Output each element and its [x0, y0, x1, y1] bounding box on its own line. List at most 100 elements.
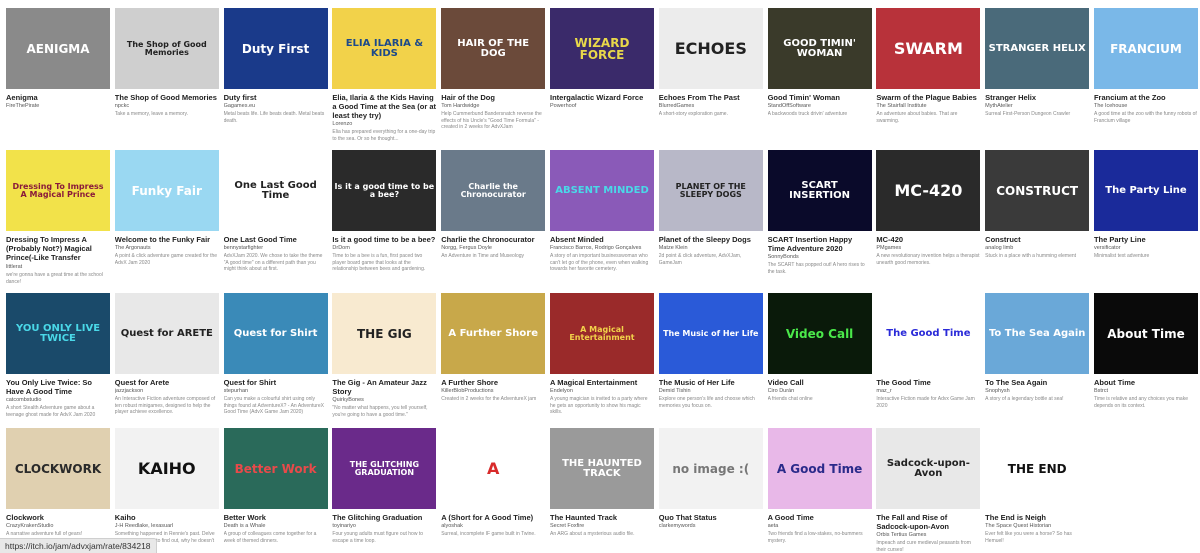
game-title-link[interactable]: Dressing To Impress A (Probably Not?) Ma…	[6, 235, 110, 263]
game-card[interactable]: A Good Time A Good Time aeta Two friends fi…	[767, 428, 872, 553]
game-title-link[interactable]: Charlie the Chronocurator	[441, 235, 545, 244]
game-card[interactable]: The Music of Her Life The Music of Her Li…	[658, 293, 763, 418]
game-thumbnail[interactable]: WIZARD FORCE	[549, 8, 654, 89]
game-author-link[interactable]: MythAtelier	[985, 103, 1089, 110]
game-thumbnail[interactable]: A Further Shore	[441, 293, 546, 374]
game-title-link[interactable]: Kaiho	[115, 513, 219, 522]
game-author-link[interactable]: jazzjackson	[115, 388, 219, 395]
game-author-link[interactable]: catcombstudio	[6, 397, 110, 404]
game-thumbnail[interactable]: SCART INSERTION	[767, 150, 872, 231]
game-thumbnail[interactable]: Dressing To Impress A Magical Prince	[6, 150, 110, 231]
game-thumbnail[interactable]: THE GIG	[332, 293, 437, 374]
game-title-link[interactable]: Stranger Helix	[985, 93, 1089, 102]
game-thumbnail[interactable]: About Time	[1093, 293, 1198, 374]
game-title-link[interactable]: Construct	[985, 235, 1089, 244]
game-card[interactable]: ABSENT MINDED Absent Minded Francisco Barr…	[549, 150, 654, 285]
game-title-link[interactable]: The Party Line	[1094, 235, 1198, 244]
game-card[interactable]: FRANCIUM Francium at the Zoo The Icehouse A…	[1093, 8, 1198, 142]
game-author-link[interactable]: Gagames.eu	[224, 103, 328, 110]
game-author-link[interactable]: J-H Reedlake, lexasuarl	[115, 523, 219, 530]
game-title-link[interactable]: The Good Time	[876, 378, 980, 387]
game-title-link[interactable]: Clockwork	[6, 513, 110, 522]
game-author-link[interactable]: Powerhoof	[550, 103, 654, 110]
game-author-link[interactable]: Endelyon	[550, 388, 654, 395]
game-author-link[interactable]: Norgg, Fergus Doyle	[441, 245, 545, 252]
game-author-link[interactable]: StandOffSoftware	[768, 103, 872, 110]
game-card[interactable]: One Last Good Time One Last Good Time benn…	[223, 150, 328, 285]
game-card[interactable]: ELIA ILARIA & KIDS Elia, Ilaria & the Kid…	[332, 8, 437, 142]
game-author-link[interactable]: Bstrct	[1094, 388, 1198, 395]
game-card[interactable]: A Magical Entertainment A Magical Enterta…	[549, 293, 654, 418]
game-thumbnail[interactable]: PLANET OF THE SLEEPY DOGS	[658, 150, 763, 231]
game-title-link[interactable]: Good Timin' Woman	[768, 93, 872, 102]
game-card[interactable]: MC-420 MC-420 PMgames A new revolutionary i…	[876, 150, 981, 285]
game-thumbnail[interactable]: AENIGMA	[6, 8, 110, 89]
game-thumbnail[interactable]: One Last Good Time	[223, 150, 328, 231]
game-card[interactable]: Dressing To Impress A Magical Prince Dres…	[6, 150, 110, 285]
game-author-link[interactable]: littlerat	[6, 264, 110, 271]
game-card[interactable]: The Party Line The Party Line versificator…	[1093, 150, 1198, 285]
game-card[interactable]: no image :(Quo That Status clarkemywords	[658, 428, 763, 553]
game-title-link[interactable]: The End is Neigh	[985, 513, 1089, 522]
game-author-link[interactable]: The Stairfall Institute	[876, 103, 980, 110]
game-card[interactable]: THE HAUNTED TRACK The Haunted Track Secret…	[549, 428, 654, 553]
game-thumbnail[interactable]: ELIA ILARIA & KIDS	[332, 8, 437, 89]
game-author-link[interactable]: bennystarfighter	[224, 245, 328, 252]
game-author-link[interactable]: clarkemywords	[659, 523, 763, 530]
game-card[interactable]: SCART INSERTION SCART Insertion Happy Tim…	[767, 150, 872, 285]
game-title-link[interactable]: The Shop of Good Memories	[115, 93, 219, 102]
game-title-link[interactable]: Video Call	[768, 378, 872, 387]
game-thumbnail[interactable]: The Music of Her Life	[658, 293, 763, 374]
game-thumbnail[interactable]: SWARM	[876, 8, 981, 89]
game-title-link[interactable]: Echoes From The Past	[659, 93, 763, 102]
game-thumbnail[interactable]: STRANGER HELIX	[985, 8, 1090, 89]
game-card[interactable]: STRANGER HELIX Stranger Helix MythAtelier S…	[985, 8, 1090, 142]
game-thumbnail[interactable]: A Magical Entertainment	[549, 293, 654, 374]
game-title-link[interactable]: Absent Minded	[550, 235, 654, 244]
game-card[interactable]: To The Sea Again To The Sea Again Snophysh…	[985, 293, 1090, 418]
game-thumbnail[interactable]: Charlie the Chronocurator	[441, 150, 546, 231]
game-author-link[interactable]: Demid Tishin	[659, 388, 763, 395]
game-title-link[interactable]: Aenigma	[6, 93, 110, 102]
game-thumbnail[interactable]: The Party Line	[1093, 150, 1198, 231]
game-author-link[interactable]: QuirkyBones	[332, 397, 436, 404]
game-title-link[interactable]: One Last Good Time	[224, 235, 328, 244]
game-card[interactable]: Video Call Video Call Ciro Durán A friends …	[767, 293, 872, 418]
game-author-link[interactable]: Secret Foxfire	[550, 523, 654, 530]
game-title-link[interactable]: A Further Shore	[441, 378, 545, 387]
game-card[interactable]: About Time About Time Bstrct Time is relati…	[1093, 293, 1198, 418]
game-author-link[interactable]: Tom Hardwidge	[441, 103, 545, 110]
game-title-link[interactable]: Better Work	[224, 513, 328, 522]
game-card[interactable]: Quest for Shirt Quest for Shirt stepurhan C…	[223, 293, 328, 418]
game-author-link[interactable]: Francisco Barros, Rodrigo Gonçalves	[550, 245, 654, 252]
game-author-link[interactable]: CrazyKrakenStudio	[6, 523, 110, 530]
game-thumbnail[interactable]: THE GLITCHING GRADUATION	[332, 428, 437, 509]
game-thumbnail[interactable]: FRANCIUM	[1093, 8, 1198, 89]
game-author-link[interactable]: Ciro Durán	[768, 388, 872, 395]
game-title-link[interactable]: Quest for Shirt	[224, 378, 328, 387]
game-author-link[interactable]: versificator	[1094, 245, 1198, 252]
game-author-link[interactable]: The Space Quest Historian	[985, 523, 1089, 530]
game-thumbnail[interactable]: THE END	[985, 428, 1090, 509]
game-title-link[interactable]: The Glitching Graduation	[332, 513, 436, 522]
game-thumbnail[interactable]: CLOCKWORK	[6, 428, 110, 509]
game-author-link[interactable]: Matze Klein	[659, 245, 763, 252]
game-author-link[interactable]: PMgames	[876, 245, 980, 252]
game-author-link[interactable]: analog limb	[985, 245, 1089, 252]
game-card[interactable]: ECHOES Echoes From The Past BlurredGames A …	[658, 8, 763, 142]
game-title-link[interactable]: Planet of the Sleepy Dogs	[659, 235, 763, 244]
game-thumbnail[interactable]: Duty First	[223, 8, 328, 89]
game-card[interactable]: HAIR OF THE DOG Hair of the Dog Tom Hardwi…	[441, 8, 546, 142]
game-thumbnail[interactable]: Better Work	[223, 428, 328, 509]
game-thumbnail[interactable]: ABSENT MINDED	[549, 150, 654, 231]
game-author-link[interactable]: Lorenzo	[332, 121, 436, 128]
game-author-link[interactable]: stepurhan	[224, 388, 328, 395]
game-title-link[interactable]: Welcome to the Funky Fair	[115, 235, 219, 244]
game-title-link[interactable]: SCART Insertion Happy Time Adventure 202…	[768, 235, 872, 253]
game-thumbnail[interactable]: The Good Time	[876, 293, 981, 374]
game-card[interactable]: Funky Fair Welcome to the Funky Fair The A…	[114, 150, 219, 285]
game-thumbnail[interactable]: A	[441, 428, 546, 509]
game-title-link[interactable]: The Gig - An Amateur Jazz Story	[332, 378, 436, 396]
game-title-link[interactable]: You Only Live Twice: So Have A Good Time	[6, 378, 110, 396]
game-thumbnail[interactable]: Quest for ARETE	[114, 293, 219, 374]
